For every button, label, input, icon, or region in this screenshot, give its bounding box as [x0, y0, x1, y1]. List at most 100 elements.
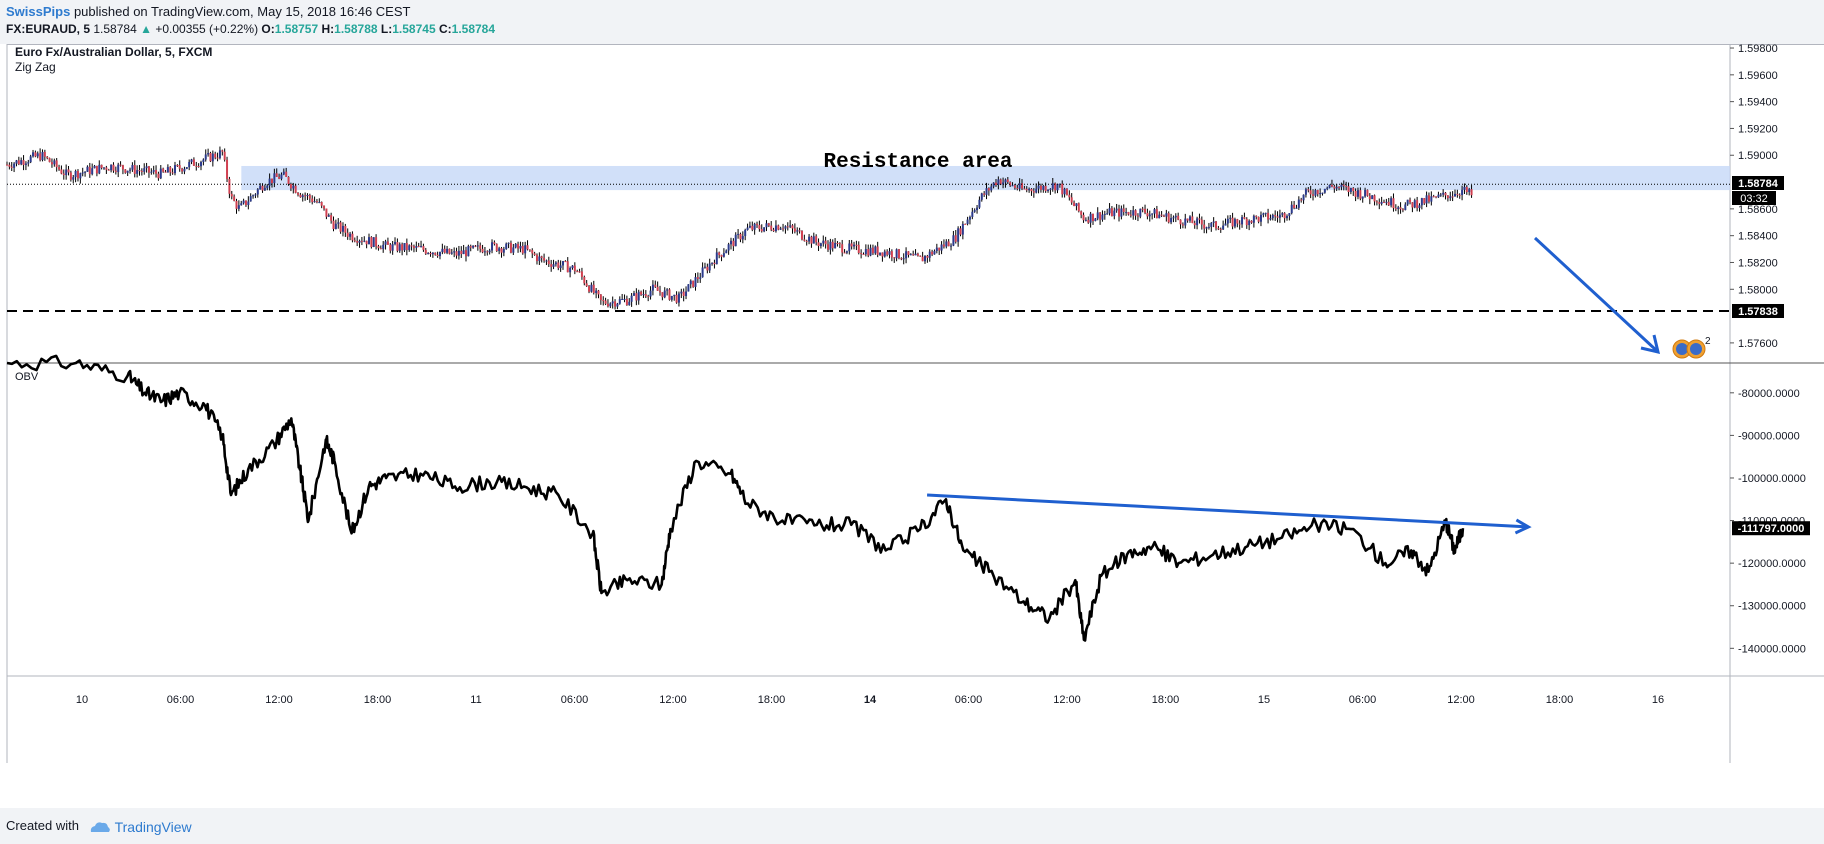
- candle-body: [1101, 214, 1104, 220]
- candle-body: [98, 164, 101, 174]
- candle-body: [301, 195, 304, 198]
- candle-body: [1347, 186, 1350, 193]
- publish-line: SwissPips published on TradingView.com, …: [6, 4, 410, 19]
- candle-body: [453, 251, 456, 253]
- candle-body: [763, 227, 766, 232]
- candle-body: [983, 193, 986, 195]
- candle-body: [616, 303, 619, 307]
- tradingview-logo-icon[interactable]: [89, 820, 111, 834]
- candle-body: [273, 173, 276, 184]
- candle-body: [1203, 224, 1206, 229]
- candle-body: [249, 196, 252, 202]
- chart-area[interactable]: Resistance area Euro Fx/Australian Dolla…: [0, 44, 1824, 808]
- candle-body: [1243, 217, 1246, 219]
- candle-body: [649, 290, 652, 297]
- candle-body: [140, 170, 143, 172]
- candle-body: [86, 166, 89, 172]
- candle-body: [1032, 191, 1035, 193]
- candle-body: [214, 153, 217, 158]
- candle-body: [580, 271, 583, 277]
- candle-body: [566, 261, 569, 273]
- candle-body: [76, 170, 79, 179]
- candle-body: [696, 277, 699, 279]
- current-price-tag-text: 1.58784: [1738, 178, 1779, 190]
- time-tick-label: 18:00: [364, 694, 392, 706]
- candle-body: [1392, 198, 1395, 209]
- candle-body: [46, 156, 49, 159]
- candle-body: [1144, 208, 1147, 213]
- candle-body: [1177, 215, 1180, 220]
- candle-body: [1200, 219, 1203, 225]
- candle-body: [1056, 183, 1059, 191]
- candle-body: [770, 225, 773, 230]
- candle-body: [890, 251, 893, 258]
- candle-body: [514, 243, 517, 248]
- candle-body: [58, 167, 61, 170]
- time-tick-label: 12:00: [265, 694, 293, 706]
- candle-body: [1356, 190, 1359, 197]
- candle-body: [218, 150, 221, 158]
- candle-body: [50, 162, 53, 165]
- candle-body: [1215, 221, 1218, 229]
- candle-body: [1219, 228, 1222, 230]
- candle-body: [540, 256, 543, 258]
- candle-body: [860, 252, 863, 255]
- candle-body: [1274, 214, 1277, 217]
- candle-body: [318, 202, 321, 204]
- candle-body: [131, 165, 134, 170]
- candle-body: [1070, 197, 1073, 203]
- candle-body: [732, 240, 735, 247]
- tradingview-link[interactable]: TradingView: [115, 819, 192, 835]
- candle-body: [874, 246, 877, 254]
- candle-body: [966, 219, 969, 224]
- candle-body: [1439, 194, 1442, 196]
- candle-body: [1049, 188, 1052, 190]
- candle-body: [166, 167, 169, 173]
- candle-body: [457, 250, 460, 256]
- candle-body: [867, 249, 870, 256]
- candle-body: [1023, 188, 1026, 190]
- candle-body: [1276, 216, 1279, 218]
- candle-body: [1449, 196, 1452, 199]
- created-with-label: Created with: [6, 818, 79, 833]
- candle-body: [1418, 205, 1421, 209]
- candle-body: [114, 170, 117, 173]
- candle-body: [1205, 227, 1208, 229]
- candle-body: [976, 207, 979, 211]
- candle-body: [888, 251, 891, 255]
- candle-body: [375, 237, 378, 247]
- candle-body: [27, 162, 30, 164]
- candle-body: [389, 244, 392, 251]
- candle-body: [985, 188, 988, 195]
- candle-body: [895, 249, 898, 259]
- candle-body: [84, 171, 87, 173]
- candle-body: [715, 252, 718, 265]
- change-arrow-icon: ▲: [140, 22, 152, 36]
- candle-body: [13, 163, 16, 168]
- candle-body: [1162, 215, 1165, 217]
- candle-body: [599, 294, 602, 301]
- candle-body: [396, 242, 399, 251]
- author-link[interactable]: SwissPips: [6, 4, 70, 19]
- candle-body: [1061, 183, 1064, 195]
- candle-body: [545, 260, 548, 262]
- candle-body: [680, 291, 683, 294]
- candle-body: [926, 255, 929, 258]
- candle-body: [237, 205, 240, 209]
- candle-body: [919, 255, 922, 257]
- candle-body: [1378, 202, 1381, 204]
- candle-body: [637, 291, 640, 301]
- candle-body: [133, 165, 136, 174]
- candle-body: [1037, 185, 1040, 189]
- candle-body: [685, 291, 688, 297]
- candle-body: [1302, 194, 1305, 201]
- candle-body: [1016, 187, 1019, 189]
- candle-body: [921, 256, 924, 262]
- candle-body: [756, 223, 759, 226]
- candle-body: [517, 243, 520, 249]
- candle-body: [311, 198, 314, 203]
- candle-body: [493, 242, 496, 244]
- candle-body: [282, 171, 285, 175]
- candle-body: [1453, 193, 1456, 197]
- candle-body: [1399, 207, 1402, 210]
